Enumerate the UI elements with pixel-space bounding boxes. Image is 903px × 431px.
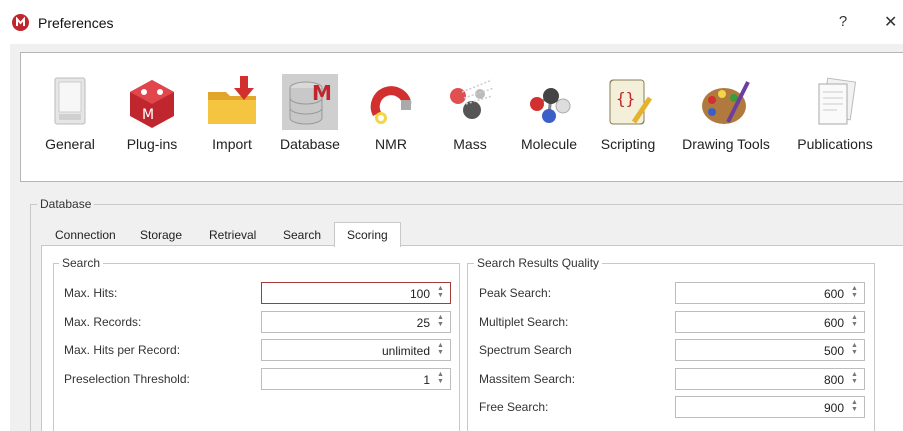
nmr-icon [363,74,419,130]
category-toolbar: General M Plug-ins Import M Database NMR… [20,52,903,182]
spin-arrows-icon[interactable]: ▲ ▼ [850,371,859,387]
database-icon: M [282,74,338,130]
category-label: Publications [797,136,873,152]
max-hits-per-record-label: Max. Hits per Record: [64,343,181,357]
spin-arrows-icon[interactable]: ▲ ▼ [850,342,859,358]
spectrum-search-label: Spectrum Search [479,343,572,357]
tab-storage[interactable]: Storage [140,228,182,242]
tab-connection[interactable]: Connection [55,228,116,242]
max-records-spinbox[interactable]: 25 ▲ ▼ [261,311,451,333]
drawing-tools-icon [698,74,754,130]
general-icon [42,74,98,130]
massitem-search-spinbox[interactable]: 800 ▲ ▼ [675,368,865,390]
category-label: Mass [453,136,487,152]
category-plugins[interactable]: M Plug-ins [117,71,187,157]
peak-search-label: Peak Search: [479,286,552,300]
category-label: Molecule [520,136,578,152]
max-hits-per-record-spinbox[interactable]: unlimited ▲ ▼ [261,339,451,361]
massitem-search-label: Massitem Search: [479,372,576,386]
spin-value: 1 [423,373,430,387]
category-molecule[interactable]: Molecule [511,71,587,157]
import-icon [204,74,260,130]
category-label: Scripting [600,136,656,152]
spin-arrows-icon[interactable]: ▲ ▼ [436,314,445,330]
category-scripting[interactable]: {} Scripting [593,71,663,157]
category-import[interactable]: Import [197,71,267,157]
multiplet-search-spinbox[interactable]: 600 ▲ ▼ [675,311,865,333]
window-title: Preferences [38,15,114,31]
scripting-icon: {} [600,74,656,130]
spectrum-search-spinbox[interactable]: 500 ▲ ▼ [675,339,865,361]
svg-text:M: M [312,81,332,105]
category-publications[interactable]: Publications [787,71,883,157]
spin-arrows-icon[interactable]: ▲ ▼ [850,314,859,330]
database-group-title: Database [37,197,95,211]
svg-text:{}: {} [616,89,635,108]
title-bar: Preferences ? ✕ [0,0,903,44]
molecule-icon [521,74,577,130]
spin-arrows-icon[interactable]: ▲ ▼ [436,285,445,301]
max-records-label: Max. Records: [64,315,142,329]
mass-icon [442,74,498,130]
spin-value: 600 [823,287,844,301]
help-button[interactable]: ? [836,13,850,30]
peak-search-spinbox[interactable]: 600 ▲ ▼ [675,282,865,304]
category-label: Drawing Tools [682,136,770,152]
spin-value: unlimited [381,344,430,358]
publications-icon [807,74,863,130]
category-label: Plug-ins [126,136,178,152]
multiplet-search-label: Multiplet Search: [479,315,569,329]
free-search-label: Free Search: [479,400,549,414]
free-search-spinbox[interactable]: 900 ▲ ▼ [675,396,865,418]
app-logo-icon [12,14,29,31]
spin-value: 500 [823,344,844,358]
category-nmr[interactable]: NMR [357,71,425,157]
category-label: General [45,136,95,152]
spin-value: 900 [823,401,844,415]
spin-arrows-icon[interactable]: ▲ ▼ [850,399,859,415]
max-hits-spinbox[interactable]: 100 ▲ ▼ [261,282,451,304]
spin-value: 100 [409,287,430,301]
category-label: Import [212,136,252,152]
spin-value: 800 [823,373,844,387]
tab-search[interactable]: Search [283,228,321,242]
svg-text:M: M [142,107,154,123]
tab-retrieval[interactable]: Retrieval [209,228,256,242]
max-hits-label: Max. Hits: [64,286,118,300]
category-database[interactable]: M Database [275,71,345,157]
spin-arrows-icon[interactable]: ▲ ▼ [436,342,445,358]
category-mass[interactable]: Mass [437,71,503,157]
category-drawing-tools[interactable]: Drawing Tools [671,71,781,157]
category-label: Database [280,136,340,152]
spin-value: 25 [416,316,430,330]
close-button[interactable]: ✕ [884,12,897,32]
search-group-title: Search [59,256,104,270]
preselection-threshold-label: Preselection Threshold: [64,372,190,386]
spin-arrows-icon[interactable]: ▲ ▼ [436,371,445,387]
category-general[interactable]: General [35,71,105,157]
preselection-threshold-spinbox[interactable]: 1 ▲ ▼ [261,368,451,390]
spin-arrows-icon[interactable]: ▲ ▼ [850,285,859,301]
spin-value: 600 [823,316,844,330]
tab-scoring[interactable]: Scoring [334,222,401,247]
plugins-icon: M [124,74,180,130]
category-label: NMR [375,136,407,152]
search-results-quality-title: Search Results Quality [474,256,603,270]
